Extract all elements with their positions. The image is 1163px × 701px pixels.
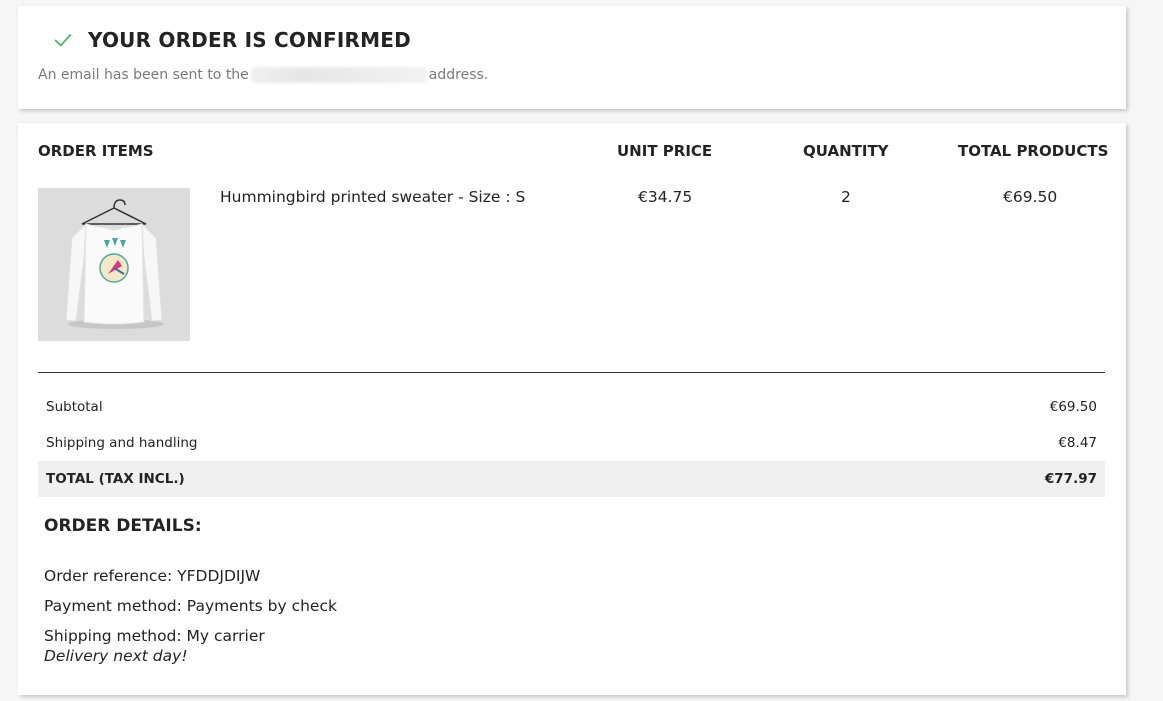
header-total-products: TOTAL PRODUCTS	[958, 142, 1109, 160]
product-quantity: 2	[841, 188, 851, 206]
redacted-email	[250, 67, 427, 83]
sweater-image	[38, 188, 190, 341]
header-order-items: ORDER ITEMS	[38, 142, 154, 160]
header-quantity: QUANTITY	[803, 142, 889, 160]
shipping-row: Shipping and handling €8.47	[38, 425, 1105, 461]
subtotal-label: Subtotal	[46, 399, 103, 415]
shipping-label: Shipping and handling	[46, 435, 198, 451]
header-unit-price: UNIT PRICE	[617, 142, 713, 160]
product-total: €69.50	[1003, 188, 1058, 206]
shipping-value: €8.47	[1058, 435, 1097, 451]
product-unit-price: €34.75	[638, 188, 693, 206]
check-icon	[54, 34, 72, 47]
delivery-note: Delivery next day!	[44, 647, 188, 665]
email-message-prefix: An email has been sent to the	[38, 67, 249, 83]
email-sent-message: An email has been sent to the address.	[38, 67, 488, 83]
total-row: TOTAL (TAX INCL.) €77.97	[38, 461, 1105, 497]
product-name[interactable]: Hummingbird printed sweater - Size : S	[220, 188, 525, 206]
payment-method: Payment method: Payments by check	[44, 597, 337, 615]
product-image[interactable]	[38, 188, 190, 341]
order-confirmation-card: YOUR ORDER IS CONFIRMED An email has bee…	[18, 6, 1126, 109]
shipping-method: Shipping method: My carrier	[44, 627, 265, 645]
order-summary-card: ORDER ITEMS UNIT PRICE QUANTITY TOTAL PR…	[18, 123, 1126, 695]
confirmation-title: YOUR ORDER IS CONFIRMED	[88, 28, 411, 52]
order-details-title: ORDER DETAILS:	[44, 516, 202, 536]
order-reference: Order reference: YFDDJDIJW	[44, 567, 261, 585]
subtotal-row: Subtotal €69.50	[38, 389, 1105, 425]
items-divider	[38, 372, 1105, 373]
confirmation-header: YOUR ORDER IS CONFIRMED	[52, 28, 411, 52]
email-message-suffix: address.	[428, 67, 489, 83]
total-label: TOTAL (TAX INCL.)	[46, 471, 185, 487]
subtotal-value: €69.50	[1049, 399, 1097, 415]
total-value: €77.97	[1044, 471, 1097, 487]
